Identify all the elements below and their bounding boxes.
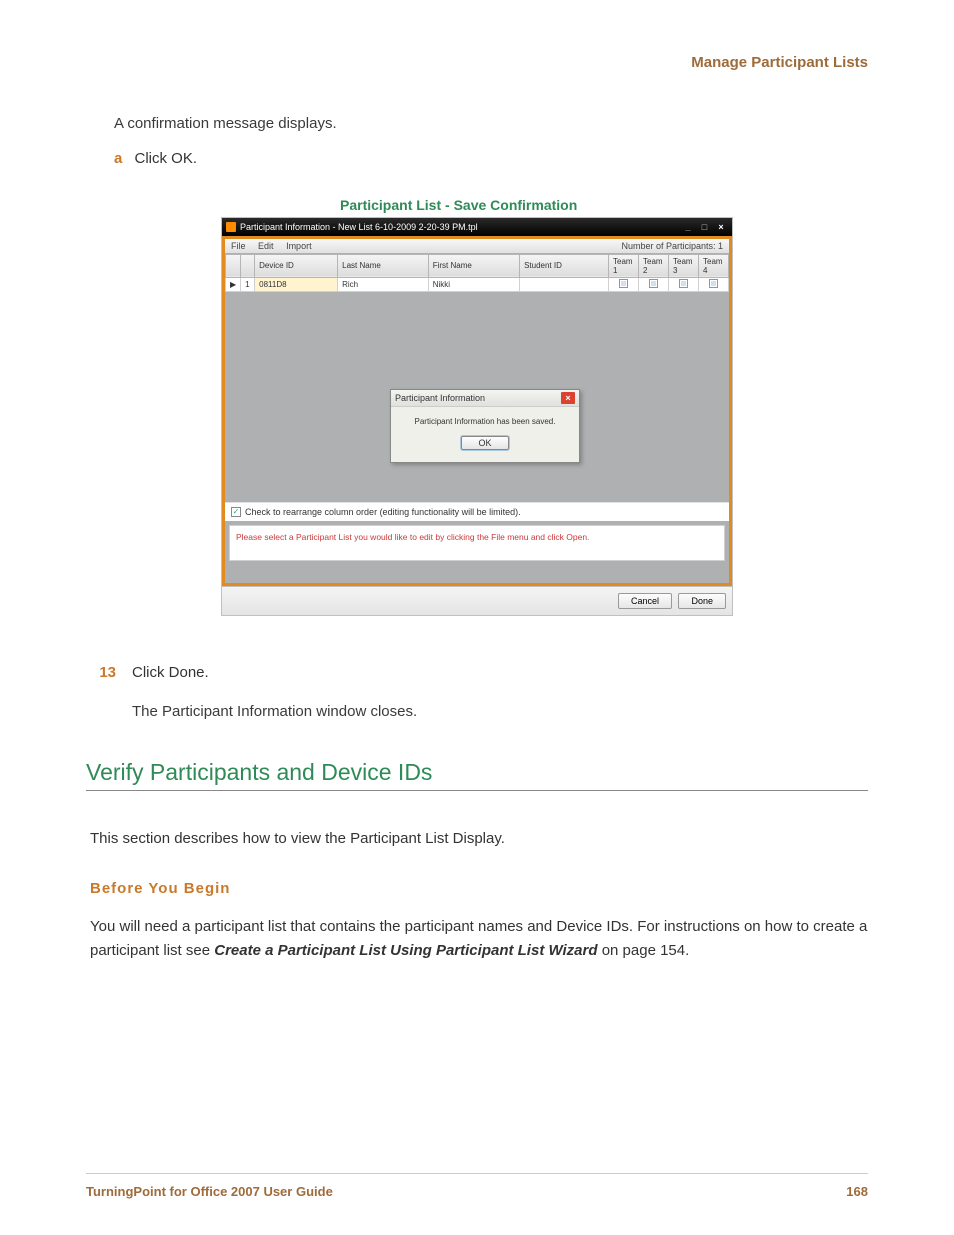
before-link[interactable]: Create a Participant List Using Particip… [214,942,597,959]
checkbox-icon[interactable] [709,279,718,288]
col-student-id[interactable]: Student ID [520,254,609,277]
table-header-row: Device ID Last Name First Name Student I… [226,254,729,277]
close-icon[interactable]: × [714,222,728,232]
col-team1[interactable]: Team 1 [609,254,639,277]
col-team3[interactable]: Team 3 [669,254,699,277]
info-message: Please select a Participant List you wou… [229,525,725,561]
participant-table: Device ID Last Name First Name Student I… [225,254,729,292]
cell-first-name[interactable]: Nikki [428,277,519,291]
rearrange-label: Check to rearrange column order (editing… [245,507,521,517]
step-13-after: The Participant Information window close… [132,701,868,724]
cell-student-id[interactable] [520,277,609,291]
checkbox-icon[interactable] [649,279,658,288]
row-number: 1 [241,277,255,291]
figure-caption: Participant List - Save Confirmation [340,197,868,213]
maximize-icon[interactable]: □ [697,222,711,232]
cell-device-id[interactable]: 0811D8 [255,277,338,291]
minimize-icon[interactable]: _ [681,222,695,232]
checkbox-icon[interactable] [679,279,688,288]
col-last-name[interactable]: Last Name [338,254,429,277]
col-blank1 [226,254,241,277]
before-text-2: on page 154. [598,942,690,959]
ok-button[interactable]: OK [461,436,508,450]
step-13: 13 Click Done. [86,664,868,681]
dialog-title: Participant Information [395,393,485,403]
footer-left: TurningPoint for Office 2007 User Guide [86,1184,333,1199]
rearrange-checkbox[interactable]: ✓ [231,507,241,517]
cell-team3[interactable] [669,277,699,291]
col-blank2 [241,254,255,277]
page-footer: TurningPoint for Office 2007 User Guide … [86,1173,868,1199]
cancel-button[interactable]: Cancel [618,593,672,609]
menu-import[interactable]: Import [286,241,312,251]
app-icon [226,222,236,232]
substep-text: Click OK. [135,150,198,167]
before-you-begin-heading: Before You Begin [90,880,868,897]
confirmation-text: A confirmation message displays. [114,113,868,136]
participant-count: Number of Participants: 1 [621,241,723,251]
step-text: Click Done. [132,664,209,681]
menu-file[interactable]: File [231,241,246,251]
col-device-id[interactable]: Device ID [255,254,338,277]
dialog-close-icon[interactable]: × [561,392,575,404]
col-team4[interactable]: Team 4 [699,254,729,277]
table-row[interactable]: ▶ 1 0811D8 Rich Nikki [226,277,729,291]
before-you-begin-text: You will need a participant list that co… [90,915,868,962]
window-controls: _ □ × [681,222,728,232]
col-first-name[interactable]: First Name [428,254,519,277]
cell-team2[interactable] [639,277,669,291]
cell-team1[interactable] [609,277,639,291]
dialog-footer: Cancel Done [222,586,732,615]
titlebar: Participant Information - New List 6-10-… [222,218,732,236]
cell-team4[interactable] [699,277,729,291]
save-dialog: Participant Information × Participant In… [390,389,580,463]
menu-edit[interactable]: Edit [258,241,274,251]
window-title: Participant Information - New List 6-10-… [240,222,478,232]
dialog-message: Participant Information has been saved. [399,417,571,426]
row-pointer-icon: ▶ [226,277,241,291]
cell-last-name[interactable]: Rich [338,277,429,291]
footer-page-number: 168 [846,1184,868,1199]
section-heading: Verify Participants and Device IDs [86,759,868,791]
substep-letter: a [114,150,122,167]
screenshot-window: Participant Information - New List 6-10-… [221,217,733,616]
substep-a: a Click OK. [114,150,868,167]
section-intro: This section describes how to view the P… [90,827,868,850]
col-team2[interactable]: Team 2 [639,254,669,277]
done-button[interactable]: Done [678,593,726,609]
menubar: File Edit Import Number of Participants:… [225,239,729,254]
step-number: 13 [86,664,116,681]
page-header-section: Manage Participant Lists [86,54,868,71]
checkbox-icon[interactable] [619,279,628,288]
rearrange-row: ✓ Check to rearrange column order (editi… [225,502,729,521]
